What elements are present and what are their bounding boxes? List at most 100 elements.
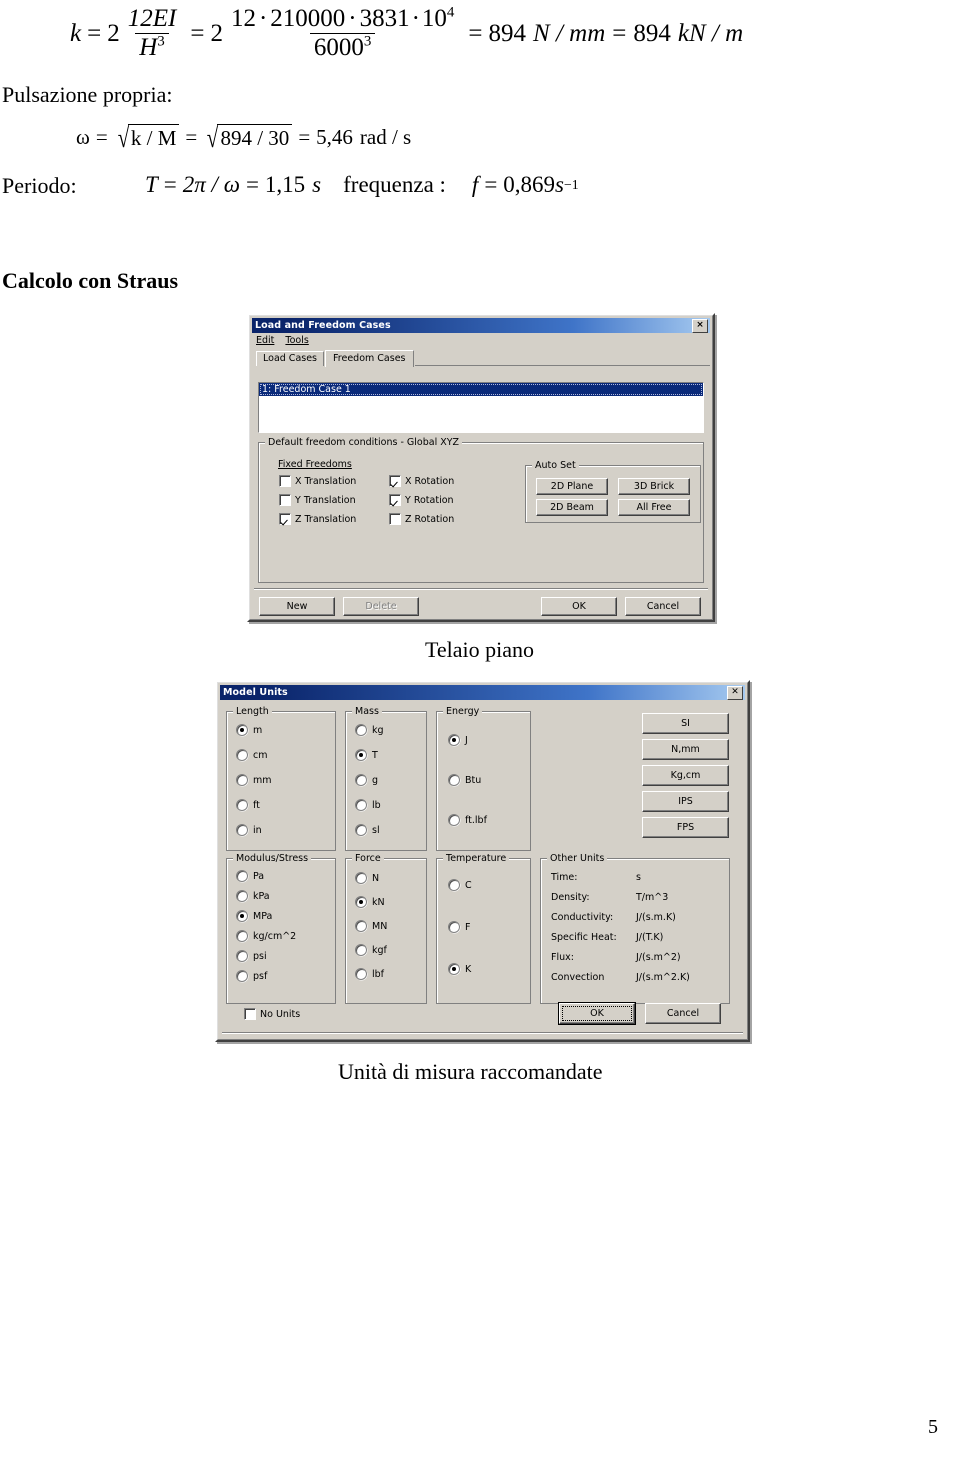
radio-circle-mass-kg[interactable] <box>355 724 367 736</box>
button-preset-si[interactable]: SI <box>642 713 729 734</box>
checkbox-box-no-units[interactable] <box>244 1008 256 1020</box>
tab-load-cases[interactable]: Load Cases <box>256 351 325 366</box>
eq3-unit-T: s <box>312 172 322 197</box>
radio-circle-energy-ftlbf[interactable] <box>448 814 460 826</box>
button-cancel-model-units[interactable]: Cancel <box>645 1003 721 1024</box>
radio-circle-mass-sl[interactable] <box>355 824 367 836</box>
button-cancel[interactable]: Cancel <box>625 597 701 616</box>
radio-temperature-f[interactable]: F <box>448 921 470 933</box>
checkbox-box-y-translation[interactable] <box>279 494 291 506</box>
radio-circle-mass-lb[interactable] <box>355 799 367 811</box>
tabstrip-cases[interactable]: Load Cases Freedom Cases <box>252 350 710 367</box>
radio-modulus-kpa[interactable]: kPa <box>236 890 270 902</box>
checkbox-x-translation[interactable]: X Translation <box>279 475 356 487</box>
menu-item-edit[interactable]: Edit <box>256 335 274 346</box>
button-preset-fps[interactable]: FPS <box>642 817 729 838</box>
radio-circle-length-ft[interactable] <box>236 799 248 811</box>
radio-circle-force-lbf[interactable] <box>355 968 367 980</box>
radio-mass-lb[interactable]: lb <box>355 799 381 811</box>
button-preset-ips[interactable]: IPS <box>642 791 729 812</box>
radio-force-mn[interactable]: MN <box>355 920 387 932</box>
radio-force-kgf[interactable]: kgf <box>355 944 387 956</box>
radio-modulus-pa[interactable]: Pa <box>236 870 264 882</box>
radio-force-kn[interactable]: kN <box>355 896 385 908</box>
radio-temperature-k[interactable]: K <box>448 963 471 975</box>
radio-circle-temperature-k[interactable] <box>448 963 460 975</box>
dialog-model-units[interactable]: Model Units ✕ Length m cm mm ft in Mass … <box>215 680 750 1042</box>
checkbox-z-translation[interactable]: Z Translation <box>279 513 356 525</box>
radio-circle-force-kn[interactable] <box>355 896 367 908</box>
titlebar-model-units[interactable]: Model Units ✕ <box>220 685 745 700</box>
checkbox-y-rotation[interactable]: Y Rotation <box>389 494 454 506</box>
checkbox-no-units[interactable]: No Units <box>244 1008 300 1020</box>
button-ok-model-units[interactable]: OK <box>559 1003 635 1024</box>
checkbox-y-translation[interactable]: Y Translation <box>279 494 356 506</box>
radio-length-cm[interactable]: cm <box>236 749 267 761</box>
eq2-equals-3: = <box>298 125 311 150</box>
checkbox-box-y-rotation[interactable] <box>389 494 401 506</box>
radio-mass-t[interactable]: T <box>355 749 378 761</box>
radio-energy-btu[interactable]: Btu <box>448 774 481 786</box>
radio-circle-length-cm[interactable] <box>236 749 248 761</box>
radio-modulus-mpa[interactable]: MPa <box>236 910 272 922</box>
button-all-free[interactable]: All Free <box>618 499 690 516</box>
radio-mass-sl[interactable]: sl <box>355 824 380 836</box>
tab-freedom-cases[interactable]: Freedom Cases <box>325 350 414 367</box>
radio-circle-force-kgf[interactable] <box>355 944 367 956</box>
radio-circle-mass-t[interactable] <box>355 749 367 761</box>
freedom-cases-listbox[interactable]: 1: Freedom Case 1 <box>258 382 704 433</box>
button-new[interactable]: New <box>259 597 335 616</box>
button-2d-beam[interactable]: 2D Beam <box>536 499 608 516</box>
radio-force-lbf[interactable]: lbf <box>355 968 384 980</box>
radio-circle-length-mm[interactable] <box>236 774 248 786</box>
checkbox-box-z-translation[interactable] <box>279 513 291 525</box>
list-item-selected[interactable]: 1: Freedom Case 1 <box>259 383 703 396</box>
radio-mass-g[interactable]: g <box>355 774 378 786</box>
eq2-radical-2: √ 894 / 30 <box>203 124 293 152</box>
radio-force-n[interactable]: N <box>355 872 379 884</box>
checkbox-box-x-rotation[interactable] <box>389 475 401 487</box>
radio-circle-force-mn[interactable] <box>355 920 367 932</box>
radio-circle-mass-g[interactable] <box>355 774 367 786</box>
radio-temperature-c[interactable]: C <box>448 879 472 891</box>
radio-mass-kg[interactable]: kg <box>355 724 384 736</box>
radio-length-m[interactable]: m <box>236 724 262 736</box>
radio-energy-ftlbf[interactable]: ft.lbf <box>448 814 487 826</box>
checkbox-box-z-rotation[interactable] <box>389 513 401 525</box>
checkbox-z-rotation[interactable]: Z Rotation <box>389 513 454 525</box>
close-icon[interactable]: ✕ <box>727 685 743 700</box>
radio-circle-length-m[interactable] <box>236 724 248 736</box>
radio-length-mm[interactable]: mm <box>236 774 272 786</box>
checkbox-box-x-translation[interactable] <box>279 475 291 487</box>
radio-circle-modulus-psf[interactable] <box>236 970 248 982</box>
radio-circle-energy-j[interactable] <box>448 734 460 746</box>
button-ok[interactable]: OK <box>541 597 617 616</box>
radio-length-ft[interactable]: ft <box>236 799 260 811</box>
radio-length-in[interactable]: in <box>236 824 262 836</box>
radio-circle-force-n[interactable] <box>355 872 367 884</box>
label-pulsazione-propria: Pulsazione propria: <box>2 82 173 107</box>
close-icon[interactable]: × <box>692 318 708 333</box>
checkbox-x-rotation[interactable]: X Rotation <box>389 475 454 487</box>
radio-circle-modulus-kgcm2[interactable] <box>236 930 248 942</box>
menu-item-tools[interactable]: Tools <box>285 335 308 346</box>
button-3d-brick[interactable]: 3D Brick <box>618 478 690 495</box>
radio-circle-length-in[interactable] <box>236 824 248 836</box>
menubar-load-freedom[interactable]: Edit Tools <box>252 333 710 348</box>
radio-circle-modulus-psi[interactable] <box>236 950 248 962</box>
radio-circle-modulus-mpa[interactable] <box>236 910 248 922</box>
radio-circle-energy-btu[interactable] <box>448 774 460 786</box>
radio-circle-temperature-f[interactable] <box>448 921 460 933</box>
radio-modulus-psf[interactable]: psf <box>236 970 267 982</box>
button-2d-plane[interactable]: 2D Plane <box>536 478 608 495</box>
titlebar-load-freedom[interactable]: Load and Freedom Cases × <box>252 318 710 333</box>
radio-modulus-psi[interactable]: psi <box>236 950 267 962</box>
radio-circle-modulus-kpa[interactable] <box>236 890 248 902</box>
dialog-load-and-freedom-cases[interactable]: Load and Freedom Cases × Edit Tools Load… <box>247 313 715 622</box>
radio-circle-modulus-pa[interactable] <box>236 870 248 882</box>
button-preset-n-mm[interactable]: N,mm <box>642 739 729 760</box>
radio-modulus-kgcm2[interactable]: kg/cm^2 <box>236 930 296 942</box>
radio-energy-j[interactable]: J <box>448 734 468 746</box>
radio-circle-temperature-c[interactable] <box>448 879 460 891</box>
button-preset-kg-cm[interactable]: Kg,cm <box>642 765 729 786</box>
